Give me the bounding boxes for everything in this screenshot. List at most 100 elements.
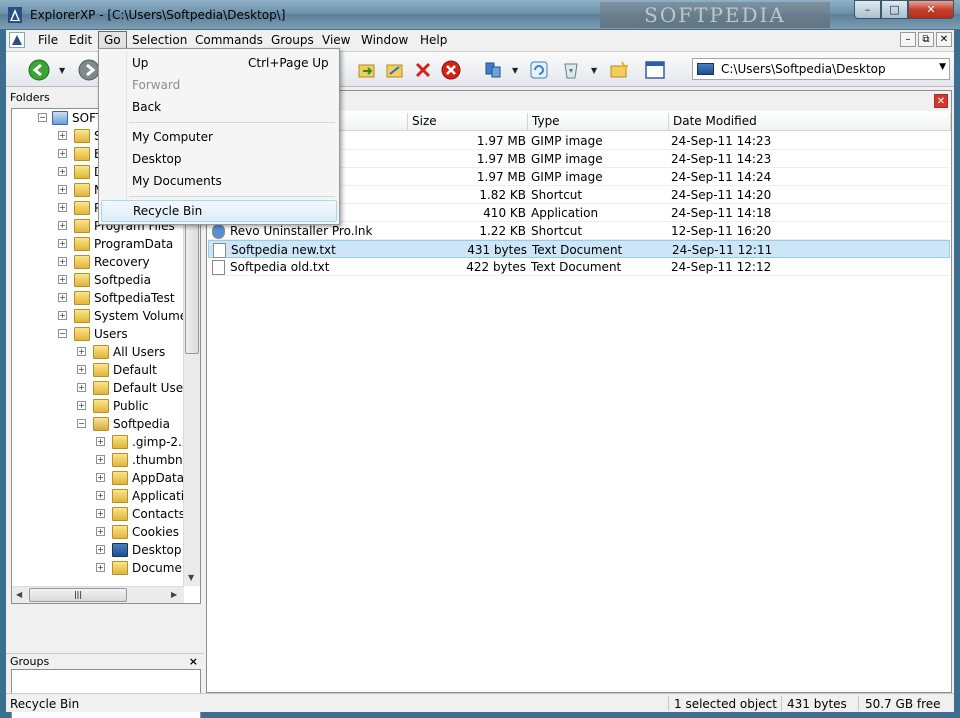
collapse-icon[interactable]: −	[38, 113, 47, 122]
refresh-icon[interactable]	[528, 59, 550, 81]
window-titlebar[interactable]: ExplorerXP - [C:\Users\Softpedia\Desktop…	[0, 0, 960, 30]
file-size: 422 bytes	[466, 260, 526, 274]
file-date: 24-Sep-11 14:23	[671, 152, 772, 166]
groups-title: Groups	[10, 655, 50, 668]
groups-close-button[interactable]: ×	[189, 654, 198, 670]
menu-item-my-computer[interactable]: My Computer	[101, 126, 337, 148]
address-combobox[interactable]: C:\Users\Softpedia\Desktop ▼	[692, 58, 950, 80]
back-icon[interactable]	[28, 59, 50, 81]
menu-commands[interactable]: Commands	[190, 31, 268, 49]
delete-icon[interactable]	[412, 59, 434, 81]
minimize-icon: –	[864, 3, 871, 16]
expand-icon[interactable]: +	[77, 347, 86, 356]
tree-label: Users	[94, 327, 128, 341]
close-view-button[interactable]: ✕	[934, 94, 948, 108]
expand-icon[interactable]: +	[58, 167, 67, 176]
cancel-icon[interactable]	[440, 59, 462, 81]
expand-icon[interactable]: +	[58, 257, 67, 266]
recycle-dropdown-icon[interactable]: ▼	[591, 66, 597, 75]
folder-icon	[74, 147, 90, 161]
menu-edit[interactable]: Edit	[64, 31, 97, 49]
menu-window[interactable]: Window	[356, 31, 413, 49]
menu-item-up[interactable]: Up Ctrl+Page Up	[101, 52, 337, 74]
tree-horizontal-scrollbar[interactable]: ◀ ||| ▶	[12, 586, 184, 603]
tree-label: Desktop	[132, 543, 182, 557]
expand-icon[interactable]: +	[58, 275, 67, 284]
tree-label: .gimp-2.2	[132, 435, 190, 449]
file-date: 24-Sep-11 14:24	[671, 170, 772, 184]
move-to-icon[interactable]	[384, 59, 406, 81]
menu-groups[interactable]: Groups	[266, 31, 319, 49]
text-file-icon	[212, 260, 225, 275]
expand-icon[interactable]: +	[96, 527, 105, 536]
expand-icon[interactable]: +	[58, 185, 67, 194]
expand-icon[interactable]: +	[77, 401, 86, 410]
forward-icon[interactable]	[78, 59, 100, 81]
chevron-down-icon[interactable]: ▼	[939, 62, 946, 72]
collapse-icon[interactable]: −	[77, 419, 86, 428]
expand-icon[interactable]: +	[96, 509, 105, 518]
menu-item-recycle-bin[interactable]: Recycle Bin	[101, 200, 337, 222]
scroll-left-icon[interactable]: ◀	[16, 590, 22, 599]
shortcut-icon	[212, 224, 225, 239]
menu-selection[interactable]: Selection	[127, 31, 192, 49]
expand-icon[interactable]: +	[96, 563, 105, 572]
back-dropdown-icon[interactable]: ▼	[59, 66, 65, 75]
menu-file[interactable]: File	[33, 31, 63, 49]
expand-icon[interactable]: +	[58, 311, 67, 320]
folder-icon	[74, 237, 90, 251]
menu-item-label: My Documents	[132, 174, 222, 188]
folder-icon	[112, 525, 128, 539]
file-type: Text Document	[532, 243, 623, 257]
document-icon[interactable]	[9, 32, 25, 48]
menu-view[interactable]: View	[317, 31, 355, 49]
expand-icon[interactable]: +	[58, 203, 67, 212]
column-size[interactable]: Size	[408, 113, 528, 131]
window-icon[interactable]	[644, 59, 666, 81]
mdi-close-button[interactable]: ✕	[936, 32, 952, 47]
folder-icon	[93, 363, 109, 377]
expand-icon[interactable]: +	[58, 293, 67, 302]
expand-icon[interactable]: +	[58, 131, 67, 140]
menu-item-label: My Computer	[132, 130, 213, 144]
menu-go[interactable]: Go	[98, 31, 127, 49]
expand-icon[interactable]: +	[96, 545, 105, 554]
mdi-minimize-button[interactable]: –	[900, 32, 916, 47]
expand-icon[interactable]: +	[96, 491, 105, 500]
file-row[interactable]: Softpedia old.txt 422 bytes Text Document 2…	[208, 258, 950, 276]
expand-icon[interactable]: +	[58, 149, 67, 158]
expand-icon[interactable]: +	[58, 221, 67, 230]
network-dropdown-icon[interactable]: ▼	[512, 66, 518, 75]
expand-icon[interactable]: +	[77, 383, 86, 392]
folder-icon	[74, 291, 90, 305]
column-date-modified[interactable]: Date Modified	[669, 113, 951, 131]
menu-help[interactable]: Help	[415, 31, 452, 49]
copy-to-icon[interactable]	[356, 59, 378, 81]
expand-icon[interactable]: +	[77, 365, 86, 374]
recycle-icon[interactable]	[560, 59, 582, 81]
expand-icon[interactable]: +	[58, 239, 67, 248]
menu-item-back[interactable]: Back	[101, 96, 337, 118]
minimize-button[interactable]: –	[854, 0, 881, 19]
scroll-thumb[interactable]	[185, 204, 199, 354]
tree-label: Cookies	[132, 525, 179, 539]
collapse-icon[interactable]: −	[58, 329, 67, 338]
maximize-button[interactable]: □	[881, 0, 908, 19]
close-button[interactable]: ✕	[908, 0, 954, 19]
scroll-right-icon[interactable]: ▶	[171, 590, 177, 599]
expand-icon[interactable]: +	[96, 437, 105, 446]
menu-item-my-documents[interactable]: My Documents	[101, 170, 337, 192]
expand-icon[interactable]: +	[96, 455, 105, 464]
scroll-thumb[interactable]: |||	[29, 588, 127, 602]
text-file-icon	[213, 243, 226, 258]
menu-item-desktop[interactable]: Desktop	[101, 148, 337, 170]
expand-icon[interactable]: +	[96, 473, 105, 482]
column-type[interactable]: Type	[528, 113, 669, 131]
file-row[interactable]: Softpedia new.txt 431 bytes Text Document 2…	[208, 240, 950, 258]
network-icon[interactable]	[482, 59, 504, 81]
scroll-down-icon[interactable]: ▼	[188, 573, 194, 582]
mdi-restore-button[interactable]: ⧉	[918, 32, 934, 47]
new-folder-icon[interactable]	[608, 59, 630, 81]
tree-label: ProgramData	[94, 237, 174, 251]
file-size: 1.82 KB	[479, 188, 526, 202]
